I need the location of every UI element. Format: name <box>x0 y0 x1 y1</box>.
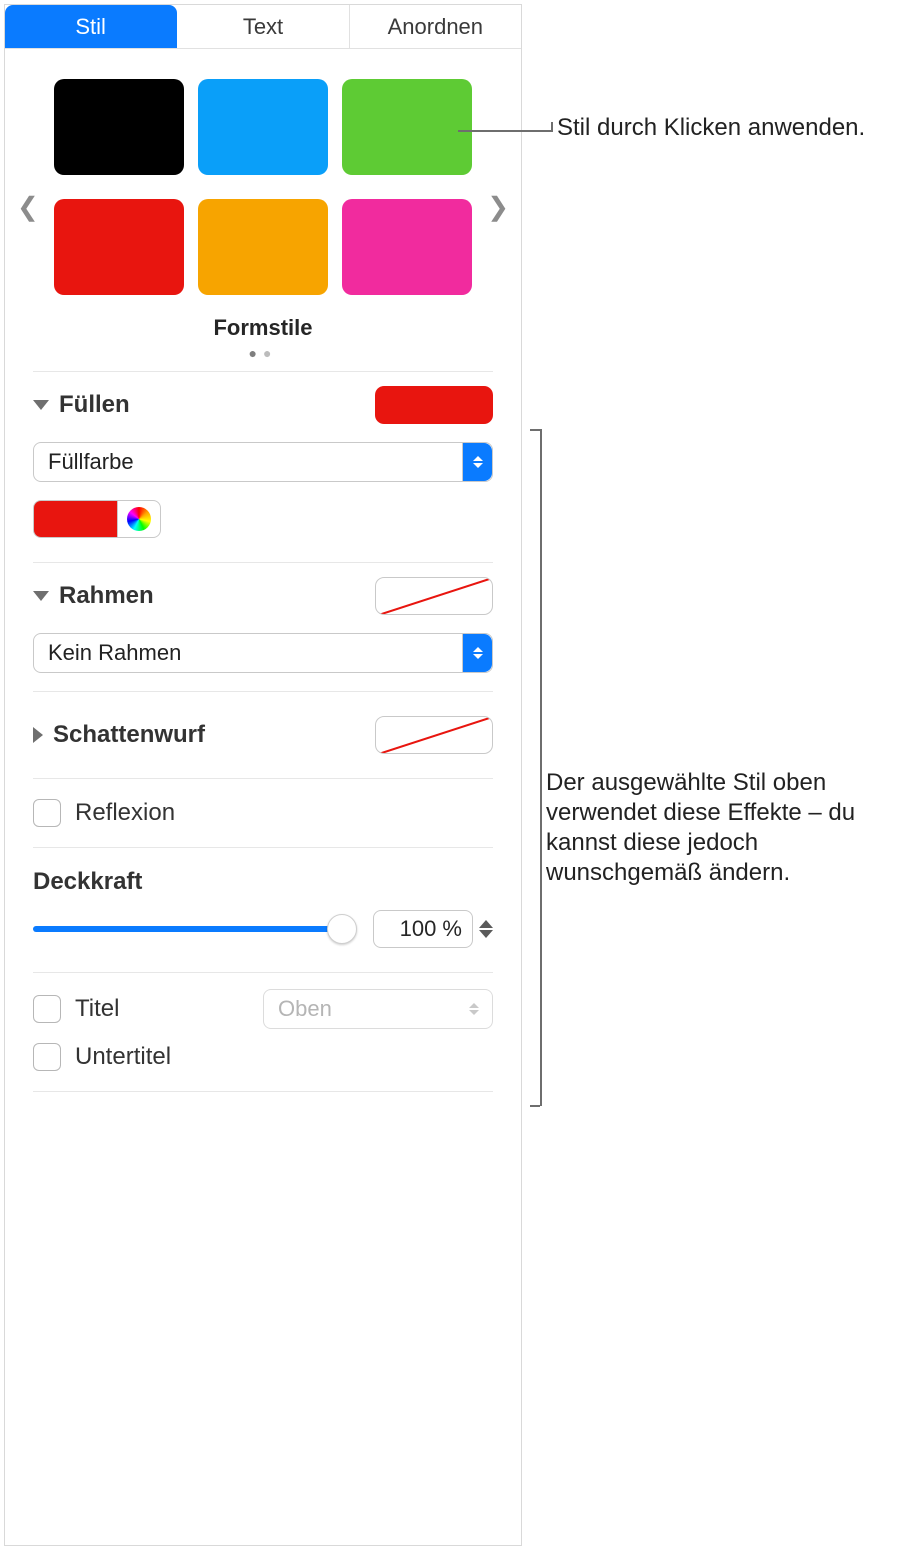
preset-blue[interactable] <box>198 79 328 175</box>
tab-text[interactable]: Text <box>177 5 349 48</box>
fill-color-well[interactable] <box>33 500 117 538</box>
chevron-down-icon <box>33 400 49 410</box>
callout-bracket <box>530 429 540 431</box>
callout-effects: Der ausgewählte Stil oben verwendet dies… <box>546 768 918 888</box>
fill-section-header: Füllen <box>5 372 521 432</box>
subtitle-label: Untertitel <box>75 1043 171 1071</box>
title-section: Titel Oben Untertitel <box>5 973 521 1091</box>
preset-black[interactable] <box>54 79 184 175</box>
preset-orange[interactable] <box>198 199 328 295</box>
shadow-label: Schattenwurf <box>53 721 205 749</box>
shadow-section-header: Schattenwurf <box>5 692 521 778</box>
tab-arrange[interactable]: Anordnen <box>350 5 521 48</box>
slider-thumb[interactable] <box>327 914 357 944</box>
border-preview-swatch[interactable] <box>375 577 493 615</box>
chevron-right-icon[interactable]: ❯ <box>487 191 509 222</box>
color-picker-button[interactable] <box>117 500 161 538</box>
opacity-label: Deckkraft <box>33 868 493 896</box>
border-section-header: Rahmen <box>5 563 521 623</box>
preset-red[interactable] <box>54 199 184 295</box>
tab-style[interactable]: Stil <box>5 5 177 48</box>
presets-page-dots[interactable]: ●● <box>45 345 481 361</box>
reflection-checkbox[interactable] <box>33 799 61 827</box>
callout-apply-style: Stil durch Klicken anwenden. <box>557 113 897 143</box>
border-disclosure[interactable]: Rahmen <box>33 582 154 610</box>
opacity-value-field[interactable]: 100 % <box>373 910 473 948</box>
opacity-slider[interactable] <box>33 915 353 943</box>
opacity-section: Deckkraft 100 % <box>5 848 521 972</box>
fill-preview-swatch[interactable] <box>375 386 493 424</box>
subtitle-checkbox[interactable] <box>33 1043 61 1071</box>
border-type-popup[interactable]: Kein Rahmen <box>33 633 493 673</box>
fill-disclosure[interactable]: Füllen <box>33 391 130 419</box>
fill-type-popup[interactable]: Füllfarbe <box>33 442 493 482</box>
style-inspector-panel: Stil Text Anordnen ❮ ❯ Formstile ●● Füll… <box>4 4 522 1546</box>
inspector-tabbar: Stil Text Anordnen <box>5 5 521 49</box>
title-position-popup: Oben <box>263 989 493 1029</box>
color-wheel-icon <box>127 507 151 531</box>
fill-type-value: Füllfarbe <box>48 449 134 475</box>
stepper-down-icon[interactable] <box>479 930 493 938</box>
reflection-label: Reflexion <box>75 799 175 827</box>
popup-stepper-icon <box>462 1003 486 1015</box>
preset-green[interactable] <box>342 79 472 175</box>
popup-stepper-icon <box>462 634 492 672</box>
shadow-preview-swatch[interactable] <box>375 716 493 754</box>
callout-bracket <box>540 429 542 1106</box>
preset-pink[interactable] <box>342 199 472 295</box>
presets-caption: Formstile <box>45 315 481 341</box>
callout-bracket <box>530 1105 540 1107</box>
title-position-value: Oben <box>278 996 332 1022</box>
popup-stepper-icon <box>462 443 492 481</box>
border-label: Rahmen <box>59 582 154 610</box>
fill-label: Füllen <box>59 391 130 419</box>
title-checkbox[interactable] <box>33 995 61 1023</box>
title-label: Titel <box>75 995 119 1023</box>
callout-leader <box>551 122 553 131</box>
stepper-up-icon[interactable] <box>479 920 493 928</box>
shadow-disclosure[interactable]: Schattenwurf <box>33 721 205 749</box>
chevron-down-icon <box>33 591 49 601</box>
callout-leader <box>458 130 553 132</box>
chevron-left-icon[interactable]: ❮ <box>17 191 39 222</box>
style-presets: ❮ ❯ Formstile ●● <box>5 49 521 371</box>
border-type-value: Kein Rahmen <box>48 640 181 666</box>
chevron-right-icon <box>33 727 43 743</box>
reflection-row: Reflexion <box>5 779 521 847</box>
